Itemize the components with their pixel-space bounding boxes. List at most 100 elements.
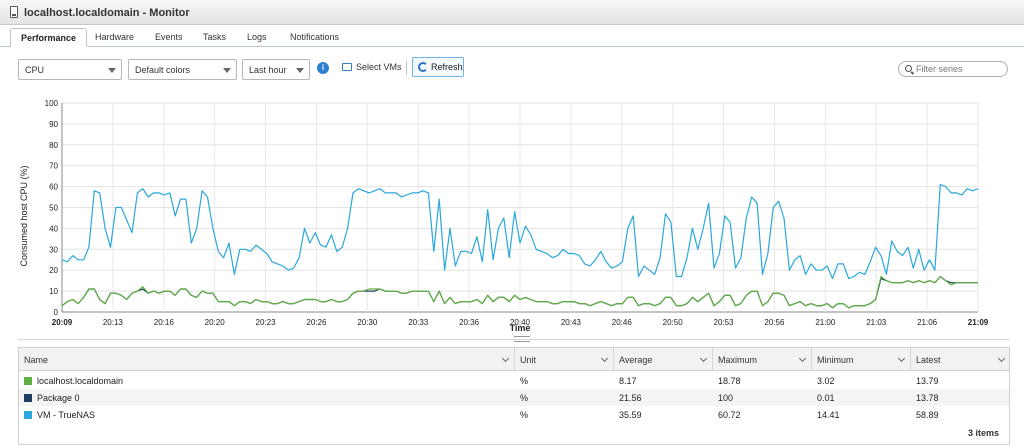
average-cell: 35.59	[619, 410, 642, 420]
x-tick-label: 20:20	[205, 318, 226, 327]
search-icon	[905, 65, 912, 72]
chevron-down-icon	[997, 354, 1006, 363]
unit-cell: %	[520, 393, 529, 403]
refresh-button[interactable]: Refresh	[412, 57, 464, 77]
table-header: Name Unit Average Maximum Minimum Latest	[19, 348, 1009, 371]
minimum-cell: 3.02	[817, 376, 835, 386]
y-tick-label: 100	[45, 99, 59, 108]
average-cell: 21.56	[619, 393, 642, 403]
x-tick-label: 20:33	[408, 318, 429, 327]
column-label: Average	[619, 355, 653, 365]
average-cell: 8.17	[619, 376, 637, 386]
refresh-label: Refresh	[431, 62, 463, 72]
latest-cell: 13.78	[916, 393, 939, 403]
column-header-latest[interactable]: Latest	[911, 348, 1010, 371]
select-vms-label: Select VMs	[356, 62, 402, 72]
tab-notifications[interactable]: Notifications	[280, 28, 349, 47]
resize-grip-icon[interactable]	[514, 336, 530, 342]
chevron-down-icon	[296, 68, 304, 73]
column-label: Maximum	[718, 355, 758, 365]
table-row[interactable]: Package 0 % 21.56 100 0.01 13.78	[19, 389, 1009, 406]
y-tick-label: 30	[49, 245, 58, 254]
x-tick-label: 20:46	[612, 318, 633, 327]
column-header-unit[interactable]: Unit	[515, 348, 614, 371]
chevron-down-icon	[223, 68, 231, 73]
series-color-swatch	[24, 394, 32, 402]
series-name: Package 0	[37, 393, 80, 403]
tab-performance[interactable]: Performance	[10, 28, 88, 47]
window-titlebar: localhost.localdomain - Monitor	[0, 0, 1024, 25]
colors-select[interactable]: Default colors	[128, 59, 237, 80]
tab-tasks[interactable]: Tasks	[193, 28, 236, 47]
x-tick-label: 20:43	[561, 318, 582, 327]
column-header-maximum[interactable]: Maximum	[713, 348, 812, 371]
y-tick-label: 40	[49, 224, 58, 233]
tab-bar: Performance Hardware Events Tasks Logs N…	[0, 26, 1024, 47]
minimum-cell: 14.41	[817, 410, 840, 420]
y-tick-label: 10	[49, 287, 58, 296]
toolbar-separator	[406, 61, 407, 75]
metric-select-value: CPU	[25, 65, 45, 75]
table-row[interactable]: localhost.localdomain % 8.17 18.78 3.02 …	[19, 372, 1009, 389]
series-table: Name Unit Average Maximum Minimum Latest…	[18, 347, 1010, 445]
window-title: localhost.localdomain - Monitor	[24, 7, 190, 19]
unit-cell: %	[520, 410, 529, 420]
latest-cell: 13.79	[916, 376, 939, 386]
table-row[interactable]: VM - TrueNAS % 35.59 60.72 14.41 58.89	[19, 406, 1009, 423]
x-tick-label: 21:09	[968, 318, 989, 327]
series-color-swatch	[24, 411, 32, 419]
y-tick-label: 50	[49, 204, 58, 213]
refresh-icon	[418, 62, 428, 72]
period-select[interactable]: Last hour	[242, 59, 310, 80]
cpu-line-chart: 0 10 20 30 40 50 60 70 80 90 100 20:09 20:13 20:16 20…	[19, 99, 989, 332]
column-header-average[interactable]: Average	[614, 348, 713, 371]
y-tick-label: 20	[49, 266, 58, 275]
tab-hardware[interactable]: Hardware	[85, 28, 144, 47]
x-tick-label: 20:36	[459, 318, 480, 327]
x-tick-label: 20:13	[103, 318, 124, 327]
x-tick-label: 20:56	[764, 318, 785, 327]
column-label: Latest	[916, 355, 941, 365]
x-tick-label: 20:09	[52, 318, 73, 327]
series-name-cell: Package 0	[19, 389, 80, 406]
x-axis-label: Time	[510, 323, 531, 332]
x-tick-label: 20:53	[714, 318, 735, 327]
filter-series-input[interactable]: Filter series	[898, 61, 1008, 77]
series-name: localhost.localdomain	[37, 376, 124, 386]
chevron-down-icon	[600, 354, 609, 363]
x-tick-label: 21:00	[815, 318, 836, 327]
maximum-cell: 18.78	[718, 376, 741, 386]
column-label: Unit	[520, 355, 537, 365]
x-tick-label: 20:26	[306, 318, 327, 327]
metric-select[interactable]: CPU	[18, 59, 122, 80]
y-tick-label: 60	[49, 183, 58, 192]
x-tick-label: 21:06	[917, 318, 938, 327]
chevron-down-icon	[501, 354, 510, 363]
maximum-cell: 60.72	[718, 410, 741, 420]
tab-events[interactable]: Events	[145, 28, 193, 47]
select-vms-button[interactable]: Select VMs	[342, 62, 402, 72]
column-label: Name	[24, 355, 49, 365]
chevron-down-icon	[798, 354, 807, 363]
chart-toolbar: CPU Default colors Last hour	[0, 55, 1024, 83]
filter-placeholder: Filter series	[916, 64, 963, 74]
y-tick-labels: 0 10 20 30 40 50 60 70 80 90 100	[45, 99, 59, 317]
x-tick-label: 20:16	[154, 318, 175, 327]
x-tick-label: 20:30	[357, 318, 378, 327]
maximum-cell: 100	[718, 393, 734, 403]
column-header-name[interactable]: Name	[19, 348, 515, 371]
chevron-down-icon	[699, 354, 708, 363]
y-tick-label: 0	[54, 308, 59, 317]
chevron-down-icon	[897, 354, 906, 363]
host-icon	[10, 6, 18, 18]
series-name-cell: VM - TrueNAS	[19, 406, 95, 423]
y-tick-label: 80	[49, 141, 58, 150]
y-tick-label: 70	[49, 162, 58, 171]
period-select-value: Last hour	[249, 65, 287, 75]
info-icon[interactable]: i	[317, 62, 329, 74]
item-count: 3 items	[967, 428, 999, 438]
colors-select-value: Default colors	[135, 65, 191, 75]
x-tick-label: 20:23	[256, 318, 277, 327]
column-header-minimum[interactable]: Minimum	[812, 348, 911, 371]
tab-logs[interactable]: Logs	[237, 28, 277, 47]
